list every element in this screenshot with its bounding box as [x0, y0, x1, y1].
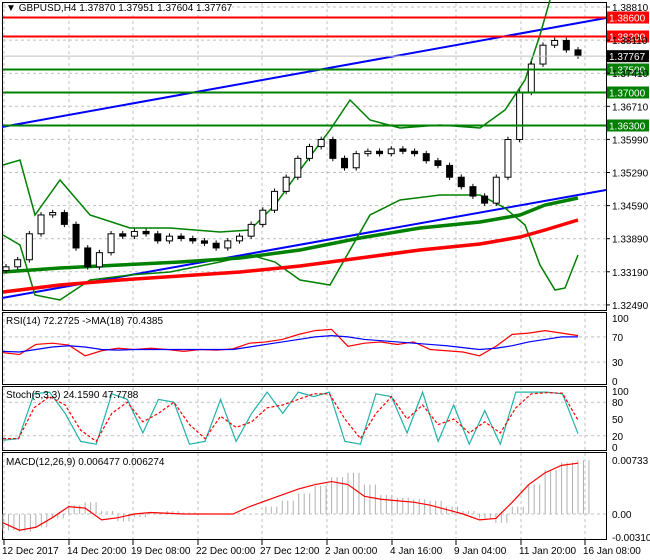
rsi-ma-line [2, 335, 578, 353]
candle-body [457, 176, 465, 188]
candle-body [387, 148, 395, 155]
candle-body [516, 91, 524, 140]
candle-body [551, 39, 559, 46]
candle-body [189, 238, 197, 242]
candle-body [142, 230, 150, 235]
price-axis-label: 1.38110 [612, 36, 648, 47]
candle-body [177, 235, 185, 240]
price-axis-label: 1.33890 [612, 235, 649, 246]
candle-body [119, 233, 127, 237]
candle-body [25, 233, 33, 261]
candle-body [422, 153, 430, 162]
candle-body [130, 230, 138, 237]
dropdown-arrow-icon[interactable]: ▼ [6, 3, 16, 14]
time-axis-label: 11 Jan 20:00 [519, 546, 577, 557]
candle-body [165, 235, 173, 242]
rsi-line [2, 328, 579, 357]
price-axis-label: 1.33190 [612, 268, 649, 279]
level-price-label: 1.37000 [609, 89, 646, 100]
candle-body [376, 150, 384, 155]
candle-body [446, 164, 454, 178]
candle-body [259, 209, 267, 225]
price-axis-label: 1.38810 [612, 3, 649, 14]
macd-axis-label: 0.00 [612, 510, 632, 521]
macd-title: MACD(12,26,9) 0.006477 0.006274 [6, 457, 165, 468]
level-price-label: 1.36300 [609, 122, 646, 133]
candle-body [270, 190, 278, 211]
candle-body [282, 176, 290, 192]
rsi-axis-label: 30 [612, 358, 624, 369]
candle-body [49, 212, 57, 216]
time-axis-label: 27 Dec 12:00 [260, 546, 320, 557]
candle-body [481, 195, 489, 204]
ohlc-values: 1.37870 1.37951 1.37604 1.37767 [79, 3, 233, 14]
upper-trendline[interactable] [1, 17, 607, 128]
candle-body [212, 242, 220, 249]
macd-axis-label: -0.003105 [612, 533, 650, 544]
symbol-header: ▼ GBPUSD,H4 1.37870 1.37951 1.37604 1.37… [6, 3, 233, 14]
time-axis-label: 16 Jan 08:00 [583, 546, 641, 557]
time-axis-label: 2 Jan 00:00 [325, 546, 378, 557]
stoch-title: Stoch(5,3,3) 24.1590 47.7788 [6, 390, 139, 401]
candle-body [469, 186, 477, 197]
candle-body [2, 266, 10, 272]
candle-body [37, 214, 45, 235]
time-axis-label: 4 Jan 16:00 [390, 546, 443, 557]
price-axis-label: 1.37410 [612, 69, 649, 80]
candle-body [95, 252, 103, 268]
rsi-title: RSI(14) 72.2725 ->MA(18) 70.4385 [6, 316, 164, 327]
candle-body [224, 240, 232, 249]
candle-body [562, 39, 570, 51]
candle-body [539, 44, 547, 65]
current-price-label: 1.37767 [609, 52, 646, 63]
candle-body [341, 157, 349, 169]
macd-axis-label: 0.00733 [612, 456, 649, 467]
level-price-label: 1.38600 [609, 14, 646, 25]
candle-body [364, 150, 372, 155]
macd-signal-line [2, 462, 579, 531]
candle-body [235, 235, 243, 242]
time-axis-label: 14 Dec 20:00 [67, 546, 127, 557]
time-axis-label: 22 Dec 00:00 [196, 546, 256, 557]
candle-body [60, 212, 68, 225]
time-axis-label: 19 Dec 08:00 [131, 546, 191, 557]
price-axis-label: 1.32490 [612, 301, 649, 312]
rsi-axis-label: 100 [612, 314, 629, 325]
stoch-axis-label: 100 [612, 387, 629, 398]
stoch-axis-label: 0 [612, 443, 618, 454]
price-axis-label: 1.36710 [612, 102, 649, 113]
stoch-axis-label: 20 [612, 432, 624, 443]
chart-canvas: 1.386001.382001.375001.370001.363001.377… [1, 0, 650, 557]
candle-body [200, 240, 208, 244]
symbol-label: GBPUSD,H4 [18, 3, 77, 14]
candle-body [574, 49, 582, 57]
price-axis-label: 1.35990 [612, 135, 649, 146]
stoch-axis-label: 80 [612, 398, 624, 409]
candle-body [107, 233, 115, 254]
candle-body [154, 233, 162, 242]
time-axis-label: 9 Jan 04:00 [454, 546, 507, 557]
rsi-axis-label: 70 [612, 333, 624, 344]
candle-body [329, 138, 337, 159]
candle-body [527, 63, 535, 93]
candle-body [317, 138, 325, 148]
candle-body [411, 150, 419, 155]
candle-body [84, 247, 92, 268]
price-axis-label: 1.34590 [612, 202, 649, 213]
candle-body [434, 160, 442, 166]
candle-body [399, 148, 407, 152]
candle-body [492, 176, 500, 204]
candle-body [14, 259, 22, 268]
candle-body [306, 146, 314, 159]
candle-body [352, 153, 360, 169]
candle-body [504, 138, 512, 178]
candle-body [247, 223, 255, 237]
candle-body [72, 223, 80, 249]
candle-body [294, 157, 302, 178]
time-axis-label: 12 Dec 2017 [2, 546, 59, 557]
price-axis-label: 1.35290 [612, 169, 649, 180]
stoch-axis-label: 50 [612, 415, 624, 426]
